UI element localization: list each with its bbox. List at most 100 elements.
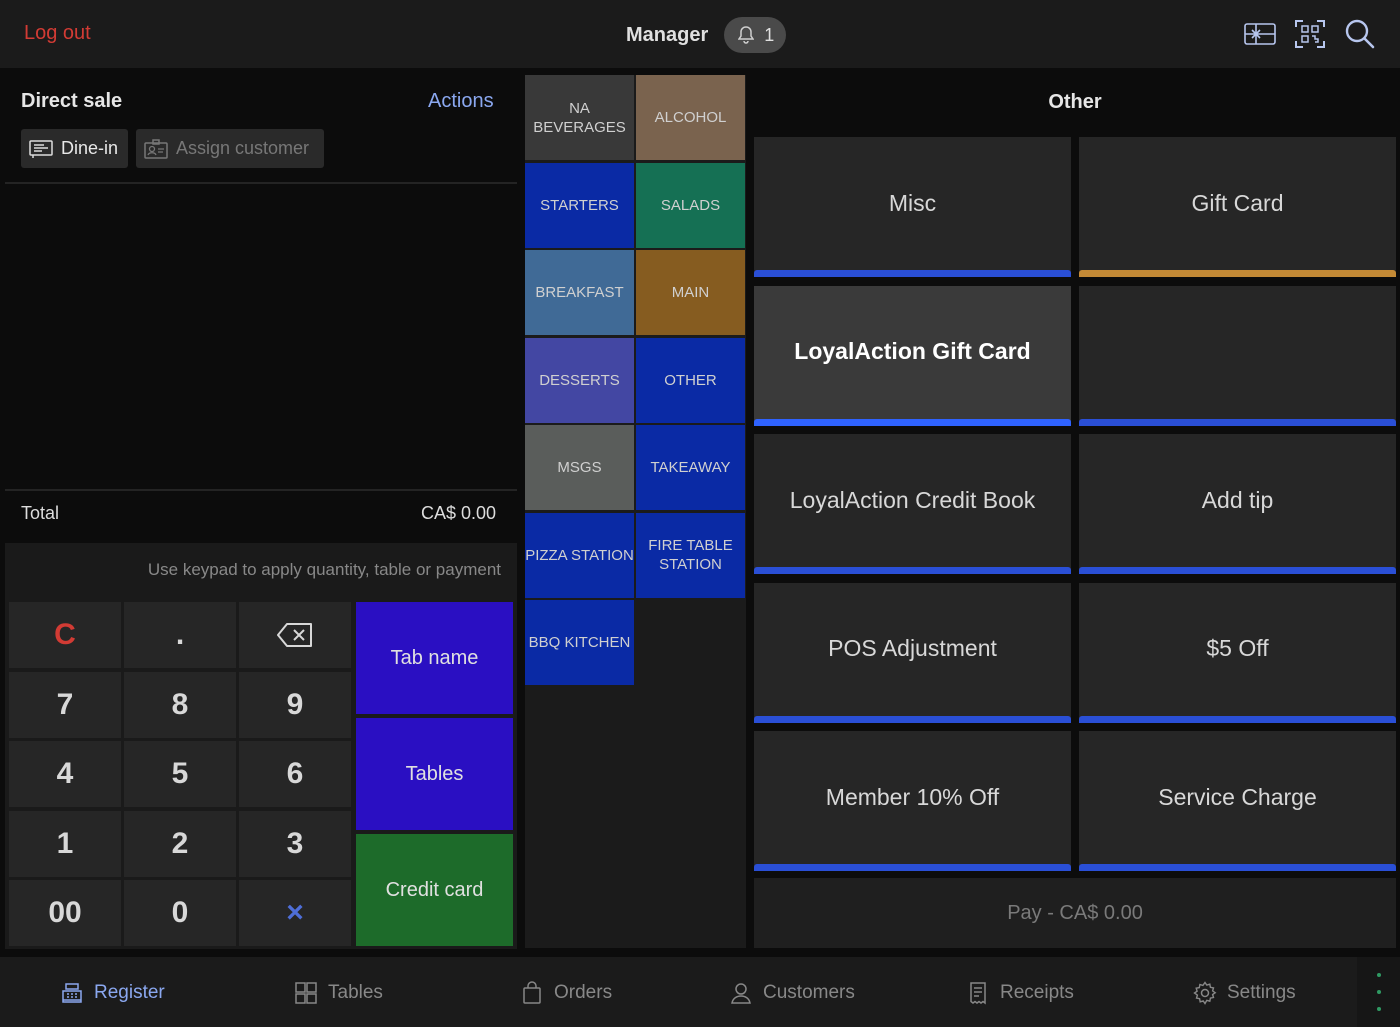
- tile-accent-bar: [754, 715, 1071, 723]
- tile-accent-bar: [754, 864, 1071, 871]
- category-pizza-station[interactable]: PIZZA STATION: [525, 512, 634, 598]
- tile-accent-bar: [754, 270, 1071, 277]
- category-main[interactable]: MAIN: [636, 250, 745, 335]
- tile-loyalaction-credit-book[interactable]: LoyalAction Credit Book: [754, 434, 1071, 574]
- nav-customers[interactable]: Customers: [729, 981, 855, 1005]
- key-multiply[interactable]: ×: [239, 880, 351, 946]
- category-alcohol[interactable]: ALCOHOL: [636, 75, 745, 160]
- pay-button[interactable]: Pay - CA$ 0.00: [754, 878, 1396, 948]
- tile-label: LoyalAction Gift Card: [794, 338, 1031, 364]
- nav-receipts[interactable]: Receipts: [966, 981, 1074, 1005]
- key-3[interactable]: 3: [239, 810, 351, 877]
- tile-label: Member 10% Off: [825, 783, 1000, 810]
- tables-button[interactable]: Tables: [356, 718, 513, 830]
- nav-tables[interactable]: Tables: [294, 981, 383, 1005]
- total-label: Total: [21, 503, 60, 523]
- credit-card-button[interactable]: Credit card: [356, 834, 513, 946]
- gift-card-icon[interactable]: [1244, 17, 1276, 51]
- tile-misc[interactable]: Misc: [754, 137, 1071, 277]
- assign-customer-label: Assign customer: [176, 138, 310, 158]
- key-9[interactable]: 9: [239, 671, 351, 738]
- key-2[interactable]: 2: [124, 810, 236, 877]
- actions-link[interactable]: Actions: [428, 90, 494, 113]
- qr-scan-icon[interactable]: [1294, 17, 1326, 51]
- nav-orders-label: Orders: [554, 982, 613, 1003]
- key-decimal[interactable]: .: [124, 602, 236, 668]
- category-grid: NA BEVERAGES ALCOHOL STARTERS SALADS BREAKFA…: [525, 75, 746, 948]
- tile-service-charge[interactable]: Service Charge: [1079, 731, 1396, 871]
- tile-add-tip[interactable]: Add tip: [1079, 434, 1396, 574]
- category-other[interactable]: OTHER: [636, 337, 745, 423]
- tile-accent-bar: [1079, 715, 1396, 723]
- nav-register[interactable]: Register: [60, 981, 165, 1005]
- tile-gift-card[interactable]: Gift Card: [1079, 137, 1396, 277]
- receipt-icon: [970, 982, 986, 1005]
- tile-pos-adjustment[interactable]: POS Adjustment: [754, 582, 1071, 723]
- more-dot: [1376, 973, 1381, 977]
- keypad: Use keypad to apply quantity, table or p…: [5, 543, 517, 949]
- tile-label: POS Adjustment: [828, 635, 997, 661]
- category-fire-table-station[interactable]: FIRE TABLE STATION: [636, 512, 745, 598]
- tile-5-off[interactable]: $5 Off: [1079, 582, 1396, 723]
- key-6[interactable]: 6: [239, 741, 351, 807]
- category-salads[interactable]: SALADS: [636, 162, 745, 248]
- customer-card-icon: [144, 138, 168, 159]
- dine-in-icon: [29, 139, 53, 158]
- category-bbq-kitchen[interactable]: BBQ KITCHEN: [525, 600, 634, 685]
- category-breakfast[interactable]: BREAKFAST: [525, 250, 634, 335]
- more-dot: [1376, 990, 1381, 994]
- tab-name-button[interactable]: Tab name: [356, 602, 513, 714]
- tile-accent-bar: [1079, 567, 1396, 574]
- bell-icon: [738, 26, 755, 44]
- assign-customer-button[interactable]: Assign customer: [136, 129, 324, 168]
- tables-icon: [295, 982, 317, 1004]
- tile-label: [1079, 286, 1396, 418]
- tile-accent-bar: [1079, 864, 1396, 871]
- tile-member-10-off[interactable]: Member 10% Off: [754, 731, 1071, 871]
- key-8[interactable]: 8: [124, 671, 236, 738]
- category-title: Other: [1048, 91, 1102, 113]
- shopping-bag-icon: [523, 981, 541, 1004]
- nav-register-label: Register: [94, 982, 165, 1003]
- more-menu-button[interactable]: [1357, 957, 1400, 1027]
- more-dot: [1376, 1007, 1381, 1011]
- tile-label: Misc: [888, 189, 937, 216]
- nav-settings[interactable]: Settings: [1193, 981, 1296, 1005]
- divider: [5, 182, 517, 184]
- tile-label: LoyalAction Credit Book: [789, 486, 1036, 513]
- tile-loyalaction-gift-card[interactable]: LoyalAction Gift Card: [754, 285, 1071, 426]
- key-5[interactable]: 5: [124, 741, 236, 807]
- tile-accent-bar: [1079, 270, 1396, 277]
- tile-empty[interactable]: [1079, 285, 1396, 426]
- nav-customers-label: Customers: [763, 982, 855, 1003]
- category-na-beverages[interactable]: NA BEVERAGES: [525, 75, 634, 160]
- key-backspace[interactable]: [239, 602, 351, 668]
- key-4[interactable]: 4: [9, 741, 121, 807]
- dine-in-button[interactable]: Dine-in: [21, 129, 128, 168]
- notification-count: 1: [764, 24, 775, 45]
- divider: [5, 489, 517, 491]
- category-msgs[interactable]: MSGS: [525, 425, 634, 510]
- top-actions: [1244, 17, 1376, 51]
- key-1[interactable]: 1: [9, 810, 121, 877]
- search-icon[interactable]: [1344, 17, 1376, 51]
- category-takeaway[interactable]: TAKEAWAY: [636, 425, 745, 510]
- nav-orders[interactable]: Orders: [520, 981, 612, 1005]
- key-7[interactable]: 7: [9, 671, 121, 738]
- tile-label: Add tip: [1201, 486, 1274, 513]
- tile-label: Service Charge: [1158, 783, 1317, 810]
- key-0[interactable]: 0: [124, 880, 236, 946]
- logout-link[interactable]: Log out: [24, 22, 91, 45]
- key-clear[interactable]: C: [9, 602, 121, 668]
- top-bar: Log out Manager 1: [0, 0, 1400, 68]
- notifications-badge[interactable]: 1: [724, 17, 787, 53]
- gear-icon: [1193, 981, 1217, 1005]
- nav-tables-label: Tables: [328, 982, 383, 1003]
- category-desserts[interactable]: DESSERTS: [525, 337, 634, 423]
- user-name: Manager: [626, 23, 709, 46]
- keypad-hint: Use keypad to apply quantity, table or p…: [147, 560, 501, 579]
- tile-label: $5 Off: [1206, 635, 1269, 661]
- key-00[interactable]: 00: [9, 880, 121, 946]
- category-starters[interactable]: STARTERS: [525, 162, 634, 248]
- sale-title: Direct sale: [21, 90, 123, 112]
